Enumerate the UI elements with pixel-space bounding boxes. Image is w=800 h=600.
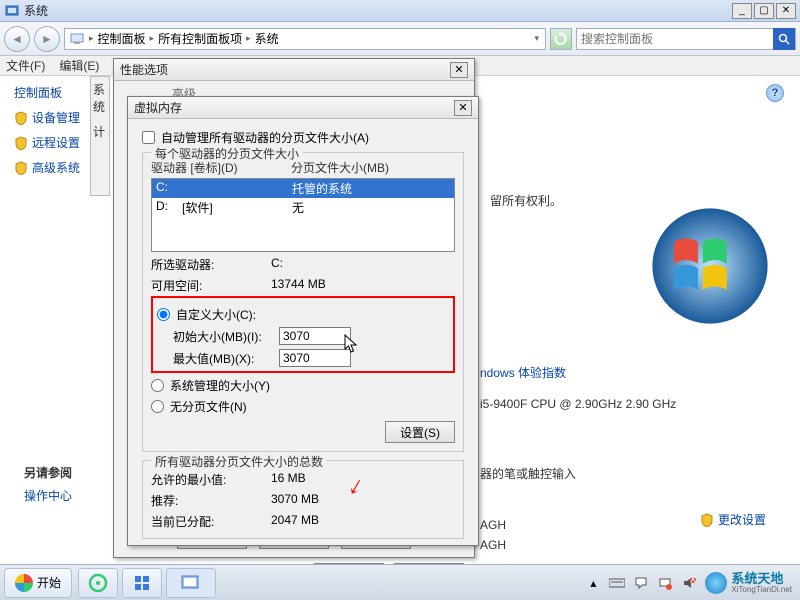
breadcrumb-item[interactable]: 系统 [255, 30, 279, 47]
system-icon [4, 3, 20, 19]
taskbar: 开始 ▴ x 系统天地 XiTongTianDi.net [0, 564, 800, 600]
pen-text: 器的笔或触控输入 [480, 465, 780, 482]
radio-system-input[interactable] [151, 379, 164, 392]
search-icon [778, 33, 790, 45]
nav-bar: ◄ ► ▸ 控制面板 ▸ 所有控制面板项 ▸ 系统 ▾ [0, 22, 800, 56]
dropdown-icon[interactable]: ▾ [532, 33, 541, 44]
tray-volume-icon[interactable]: x [681, 575, 697, 591]
system-info-partial: 留所有权利。 [490, 86, 780, 209]
sidebar: 控制面板 设备管理 远程设置 高级系统 [0, 84, 100, 184]
cpu-text: i5-9400F CPU @ 2.90GHz 2.90 GHz [480, 397, 780, 411]
initial-size-input[interactable] [279, 327, 351, 345]
sidebar-device-manager[interactable]: 设备管理 [14, 109, 100, 126]
window-title: 系统 [24, 2, 732, 19]
system-tray: ▴ x 系统天地 XiTongTianDi.net [585, 572, 800, 594]
auto-manage-input[interactable] [142, 131, 155, 144]
main-titlebar: 系统 _ ▢ ✕ [0, 0, 800, 22]
tray-keyboard-icon[interactable] [609, 575, 625, 591]
selected-drive-row: 所选驱动器: C: [151, 256, 455, 273]
shield-icon [700, 513, 714, 527]
close-icon[interactable]: ✕ [454, 100, 472, 116]
tray-network-icon[interactable] [657, 575, 673, 591]
radio-none-input[interactable] [151, 400, 164, 413]
change-settings-link[interactable]: 更改设置 [700, 511, 766, 528]
forward-button[interactable]: ► [34, 26, 60, 52]
radio-custom-size[interactable]: 自定义大小(C): [157, 306, 449, 323]
back-button[interactable]: ◄ [4, 26, 30, 52]
search-box [576, 28, 796, 50]
auto-manage-checkbox[interactable]: 自动管理所有驱动器的分页文件大小(A) [142, 129, 464, 146]
sidebar-remote-settings[interactable]: 远程设置 [14, 134, 100, 151]
shield-icon [14, 161, 28, 175]
dialog-titlebar: 虚拟内存 ✕ [128, 97, 478, 119]
initial-size-label: 初始大小(MB)(I): [173, 328, 273, 345]
sidebar-control-panel[interactable]: 控制面板 [14, 84, 100, 101]
breadcrumb-item[interactable]: 控制面板 [98, 30, 146, 47]
see-also: 另请参阅 操作中心 [24, 464, 72, 504]
computer-icon [69, 31, 85, 47]
radio-system-managed[interactable]: 系统管理的大小(Y) [151, 377, 455, 394]
svg-text:x: x [690, 576, 696, 585]
maximize-button[interactable]: ▢ [754, 3, 774, 19]
menu-edit[interactable]: 编辑(E) [59, 57, 99, 74]
breadcrumb[interactable]: ▸ 控制面板 ▸ 所有控制面板项 ▸ 系统 ▾ [64, 28, 546, 50]
globe-icon [705, 572, 727, 594]
dialog-titlebar: 性能选项 ✕ [114, 59, 474, 81]
radio-custom-input[interactable] [157, 308, 170, 321]
tray-action-center-icon[interactable] [633, 575, 649, 591]
shield-icon [14, 111, 28, 125]
windows-logo-icon [650, 206, 770, 326]
action-center-link[interactable]: 操作中心 [24, 487, 72, 504]
shield-icon [14, 136, 28, 150]
drive-list[interactable]: C: 托管的系统 D: [软件] 无 [151, 178, 455, 252]
refresh-button[interactable] [550, 28, 572, 50]
set-button[interactable]: 设置(S) [385, 421, 455, 443]
search-button[interactable] [773, 28, 795, 50]
breadcrumb-item[interactable]: 所有控制面板项 [158, 30, 242, 47]
custom-size-highlight: 自定义大小(C): 初始大小(MB)(I): 最大值(MB)(X): [151, 296, 455, 373]
dialog-title-text: 虚拟内存 [134, 99, 454, 116]
taskbar-app-icon[interactable] [122, 568, 162, 598]
close-button[interactable]: ✕ [776, 3, 796, 19]
menu-file[interactable]: 文件(F) [6, 57, 45, 74]
taskbar-system-window[interactable] [166, 568, 216, 598]
tray-up-icon[interactable]: ▴ [585, 575, 601, 591]
drive-row-d[interactable]: D: [软件] 无 [152, 198, 454, 217]
max-size-label: 最大值(MB)(X): [173, 350, 273, 367]
dialog-title-text: 性能选项 [120, 61, 450, 78]
system-tabs-partial: 系统 计 [90, 76, 110, 196]
start-button[interactable]: 开始 [4, 568, 72, 598]
max-size-input[interactable] [279, 349, 351, 367]
totals-group: 所有驱动器分页文件大小的总数 允许的最小值:16 MB 推荐:3070 MB 当… [142, 460, 464, 539]
brand-logo[interactable]: 系统天地 XiTongTianDi.net [705, 572, 792, 594]
initial-size-row: 初始大小(MB)(I): [157, 327, 449, 345]
search-input[interactable] [577, 32, 773, 46]
free-space-row: 可用空间: 13744 MB [151, 277, 455, 294]
group-legend: 每个驱动器的分页文件大小 [151, 145, 303, 162]
agh-text: AGH [480, 538, 780, 552]
taskbar-browser-icon[interactable] [78, 568, 118, 598]
wei-link[interactable]: ndows 体验指数 [480, 364, 780, 381]
per-drive-group: 每个驱动器的分页文件大小 驱动器 [卷标](D) 分页文件大小(MB) C: 托… [142, 152, 464, 452]
windows-orb-icon [15, 574, 33, 592]
virtual-memory-dialog: 虚拟内存 ✕ 自动管理所有驱动器的分页文件大小(A) 每个驱动器的分页文件大小 … [127, 96, 479, 546]
radio-no-paging[interactable]: 无分页文件(N) [151, 398, 455, 415]
close-icon[interactable]: ✕ [450, 62, 468, 78]
minimize-button[interactable]: _ [732, 3, 752, 19]
group-legend: 所有驱动器分页文件大小的总数 [151, 453, 327, 470]
sidebar-advanced-system[interactable]: 高级系统 [14, 159, 100, 176]
drive-row-c[interactable]: C: 托管的系统 [152, 179, 454, 198]
max-size-row: 最大值(MB)(X): [157, 349, 449, 367]
